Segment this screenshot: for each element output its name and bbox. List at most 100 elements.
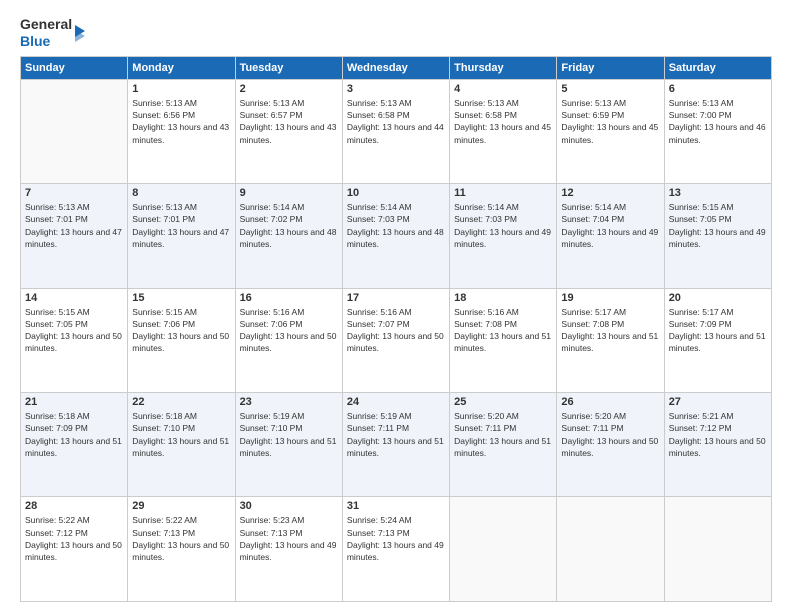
day-number: 26 [561,396,659,408]
sunset-label: Sunset: 7:13 PM [240,528,303,538]
sunset-label: Sunset: 7:03 PM [454,214,517,224]
sunset-label: Sunset: 7:05 PM [25,319,88,329]
sunrise-label: Sunrise: 5:22 AM [132,515,197,525]
daylight-label: Daylight: 13 hours and 51 minutes. [454,436,551,458]
day-number: 6 [669,83,767,95]
calendar-cell: 20Sunrise: 5:17 AMSunset: 7:09 PMDayligh… [664,288,771,392]
sunrise-label: Sunrise: 5:19 AM [240,411,305,421]
sunrise-label: Sunrise: 5:14 AM [561,202,626,212]
weekday-header-sunday: Sunday [21,56,128,79]
calendar-cell: 23Sunrise: 5:19 AMSunset: 7:10 PMDayligh… [235,393,342,497]
day-info: Sunrise: 5:19 AMSunset: 7:10 PMDaylight:… [240,410,338,459]
day-info: Sunrise: 5:18 AMSunset: 7:09 PMDaylight:… [25,410,123,459]
calendar-cell: 26Sunrise: 5:20 AMSunset: 7:11 PMDayligh… [557,393,664,497]
daylight-label: Daylight: 13 hours and 51 minutes. [347,436,444,458]
day-info: Sunrise: 5:13 AMSunset: 7:01 PMDaylight:… [132,201,230,250]
day-number: 19 [561,292,659,304]
sunrise-label: Sunrise: 5:23 AM [240,515,305,525]
day-info: Sunrise: 5:13 AMSunset: 6:57 PMDaylight:… [240,97,338,146]
day-info: Sunrise: 5:13 AMSunset: 6:59 PMDaylight:… [561,97,659,146]
day-number: 27 [669,396,767,408]
sunset-label: Sunset: 7:10 PM [240,423,303,433]
day-info: Sunrise: 5:16 AMSunset: 7:08 PMDaylight:… [454,306,552,355]
calendar-cell: 9Sunrise: 5:14 AMSunset: 7:02 PMDaylight… [235,184,342,288]
daylight-label: Daylight: 13 hours and 51 minutes. [561,331,658,353]
calendar-cell: 24Sunrise: 5:19 AMSunset: 7:11 PMDayligh… [342,393,449,497]
day-info: Sunrise: 5:15 AM Sunset: 7:06 PM Daylight:… [132,306,230,355]
calendar-cell: 2Sunrise: 5:13 AMSunset: 6:57 PMDaylight… [235,79,342,183]
weekday-header-wednesday: Wednesday [342,56,449,79]
day-number: 7 [25,187,123,199]
daylight-label: Daylight: 13 hours and 47 minutes. [132,227,229,249]
sunrise-label: Sunrise: 5:19 AM [347,411,412,421]
calendar-cell: 3Sunrise: 5:13 AMSunset: 6:58 PMDaylight… [342,79,449,183]
sunset-label: Sunset: 7:08 PM [561,319,624,329]
sunrise-label: Sunrise: 5:14 AM [454,202,519,212]
sunset-label: Sunset: 7:06 PM [132,319,195,329]
daylight-label: Daylight: 13 hours and 44 minutes. [347,122,444,144]
sunset-label: Sunset: 7:11 PM [561,423,623,433]
day-info: Sunrise: 5:23 AM Sunset: 7:13 PM Daylight:… [240,514,338,563]
calendar-cell: 31Sunrise: 5:24 AMSunset: 7:13 PMDayligh… [342,497,449,602]
calendar-cell: 11Sunrise: 5:14 AMSunset: 7:03 PMDayligh… [450,184,557,288]
sunset-label: Sunset: 7:08 PM [454,319,517,329]
header: General Blue [20,16,772,50]
calendar-cell: 18Sunrise: 5:16 AMSunset: 7:08 PMDayligh… [450,288,557,392]
day-number: 21 [25,396,123,408]
daylight-label: Daylight: 13 hours and 49 minutes. [240,540,337,562]
weekday-header-saturday: Saturday [664,56,771,79]
sunrise-label: Sunrise: 5:14 AM [347,202,412,212]
logo: General Blue [20,16,91,50]
calendar-cell: 17Sunrise: 5:16 AMSunset: 7:07 PMDayligh… [342,288,449,392]
sunrise-label: Sunrise: 5:15 AM [132,307,197,317]
calendar-cell: 1Sunrise: 5:13 AMSunset: 6:56 PMDaylight… [128,79,235,183]
calendar-cell: 10 Sunrise: 5:14 AMSunset: 7:03 PMDayligh… [342,184,449,288]
sunrise-label: Sunrise: 5:15 AM [669,202,734,212]
calendar-week-3: 14Sunrise: 5:15 AMSunset: 7:05 PMDayligh… [21,288,772,392]
calendar-cell: 13Sunrise: 5:15 AMSunset: 7:05 PMDayligh… [664,184,771,288]
sunset-label: Sunset: 7:11 PM [347,423,409,433]
sunset-label: Sunset: 6:57 PM [240,110,303,120]
sunset-label: Sunset: 7:07 PM [347,319,410,329]
daylight-label: Daylight: 13 hours and 51 minutes. [25,436,122,458]
sunrise-label: Sunrise: 5:18 AM [132,411,197,421]
day-info: Sunrise: 5:22 AMSunset: 7:13 PMDaylight:… [132,514,230,563]
sunrise-label: Sunrise: 5:18 AM [25,411,90,421]
sunrise-label: Sunrise: 5:24 AM [347,515,412,525]
sunrise-label: Sunrise: 5:22 AM [25,515,90,525]
calendar-cell: 28Sunrise: 5:22 AMSunset: 7:12 PMDayligh… [21,497,128,602]
day-number: 18 [454,292,552,304]
logo-chevron-icon [75,23,91,43]
day-info: Sunrise: 5:16 AMSunset: 7:07 PMDaylight:… [347,306,445,355]
calendar-cell: 4Sunrise: 5:13 AMSunset: 6:58 PMDaylight… [450,79,557,183]
sunset-label: Sunset: 7:13 PM [132,528,195,538]
daylight-label: Daylight: 13 hours and 45 minutes. [454,122,551,144]
daylight-label: Daylight: 13 hours and 50 minutes. [347,331,444,353]
daylight-label: Daylight: 13 hours and 46 minutes. [669,122,766,144]
day-info: Sunrise: 5:24 AMSunset: 7:13 PMDaylight:… [347,514,445,563]
day-info: Sunrise: 5:13 AMSunset: 6:58 PMDaylight:… [454,97,552,146]
day-number: 9 [240,187,338,199]
sunrise-label: Sunrise: 5:13 AM [347,98,412,108]
day-number: 8 [132,187,230,199]
day-number: 12 [561,187,659,199]
daylight-label: Daylight: 13 hours and 50 minutes. [25,331,122,353]
calendar-cell: 16Sunrise: 5:16 AMSunset: 7:06 PMDayligh… [235,288,342,392]
day-number: 10 [347,187,445,199]
sunset-label: Sunset: 7:01 PM [25,214,88,224]
day-info: Sunrise: 5:19 AM Sunset: 7:11 PM Daylight:… [347,410,445,459]
daylight-label: Daylight: 13 hours and 50 minutes. [561,436,658,458]
sunrise-label: Sunrise: 5:13 AM [132,202,197,212]
daylight-label: Daylight: 13 hours and 49 minutes. [669,227,766,249]
calendar-cell: 22Sunrise: 5:18 AMSunset: 7:10 PMDayligh… [128,393,235,497]
sunrise-label: Sunrise: 5:13 AM [454,98,519,108]
calendar-cell [664,497,771,602]
calendar-cell: 30Sunrise: 5:23 AMSunset: 7:13 PMDayligh… [235,497,342,602]
page: General Blue SundayMondayTuesdayWednesda… [0,0,792,612]
calendar-cell: 8 Sunrise: 5:13 AMSunset: 7:01 PMDaylight… [128,184,235,288]
day-info: Sunrise: 5:14 AMSunset: 7:03 PMDaylight:… [347,201,445,250]
daylight-label: Daylight: 13 hours and 51 minutes. [669,331,766,353]
calendar-cell [21,79,128,183]
sunrise-label: Sunrise: 5:16 AM [454,307,519,317]
daylight-label: Daylight: 13 hours and 50 minutes. [132,331,229,353]
